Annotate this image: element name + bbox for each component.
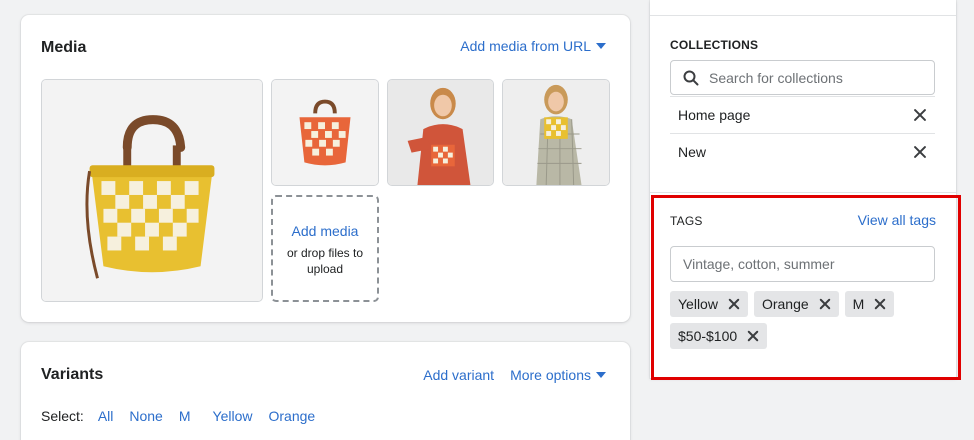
tag-label: $50-$100	[678, 328, 738, 344]
media-thumbnail-4[interactable]	[502, 79, 610, 186]
tags-label: TAGS	[670, 214, 703, 228]
tag-price-range: $50-$100	[670, 323, 768, 349]
select-yellow-link[interactable]: Yellow	[213, 408, 253, 424]
select-orange-link[interactable]: Orange	[268, 408, 315, 424]
tag-label: M	[852, 296, 865, 312]
caret-down-icon	[596, 372, 606, 378]
yellow-bag-image	[42, 80, 262, 301]
remove-collection-icon[interactable]	[913, 108, 927, 122]
model-plaid-dress-image	[503, 80, 609, 185]
add-media-from-url-button[interactable]: Add media from URL	[460, 38, 606, 54]
divider	[650, 192, 956, 193]
variants-title: Variants	[41, 366, 104, 383]
drop-files-hint: or drop files to upload	[286, 246, 364, 276]
view-all-tags-link[interactable]: View all tags	[858, 212, 936, 228]
remove-tag-icon[interactable]	[728, 298, 740, 310]
tag-label: Yellow	[678, 296, 718, 312]
media-card: Media Add media from URL Add media or dr…	[21, 15, 630, 322]
add-variant-button[interactable]: Add variant	[423, 367, 494, 383]
organization-card: COLLECTIONS Search for collections Home …	[650, 0, 956, 378]
select-m-link[interactable]: M	[179, 408, 191, 424]
collection-item-label: New	[678, 144, 707, 160]
tags-input[interactable]	[670, 246, 935, 282]
collections-search-input[interactable]: Search for collections	[670, 60, 935, 95]
select-all-link[interactable]: All	[98, 408, 114, 424]
model-orange-dress-image	[388, 80, 493, 185]
more-options-label: More options	[510, 367, 591, 383]
collection-item-new: New	[670, 133, 935, 170]
tag-m: M	[844, 291, 895, 317]
variants-card: Variants Add variant More options Select…	[21, 342, 630, 440]
media-thumbnail-main[interactable]	[41, 79, 263, 302]
search-icon	[683, 70, 699, 85]
select-none-link[interactable]: None	[129, 408, 162, 424]
caret-down-icon	[596, 43, 606, 49]
remove-tag-icon[interactable]	[874, 298, 886, 310]
divider	[650, 15, 956, 16]
tag-label: Orange	[761, 296, 809, 312]
collection-item-label: Home page	[678, 107, 751, 123]
collection-item-home-page: Home page	[670, 96, 935, 133]
select-label: Select:	[41, 408, 84, 424]
collections-search-placeholder: Search for collections	[709, 69, 843, 86]
media-dropzone[interactable]: Add media or drop files to upload	[271, 195, 379, 302]
tag-orange: Orange	[753, 291, 839, 317]
remove-tag-icon[interactable]	[747, 330, 759, 342]
variants-actions: Add variant More options	[423, 367, 606, 383]
more-options-button[interactable]: More options	[510, 367, 606, 383]
add-media-button[interactable]: Add media	[273, 223, 377, 239]
tag-list: Yellow Orange M $50-$100	[670, 291, 940, 349]
collections-label: COLLECTIONS	[670, 38, 759, 52]
add-media-from-url-label: Add media from URL	[460, 38, 591, 54]
remove-tag-icon[interactable]	[819, 298, 831, 310]
media-title: Media	[41, 39, 87, 56]
tag-yellow: Yellow	[670, 291, 748, 317]
remove-collection-icon[interactable]	[913, 145, 927, 159]
media-thumbnail-2[interactable]	[271, 79, 379, 186]
variant-select-row: Select: All None M Yellow Orange	[41, 408, 315, 424]
orange-bag-image	[272, 80, 378, 185]
media-thumbnail-3[interactable]	[387, 79, 494, 186]
